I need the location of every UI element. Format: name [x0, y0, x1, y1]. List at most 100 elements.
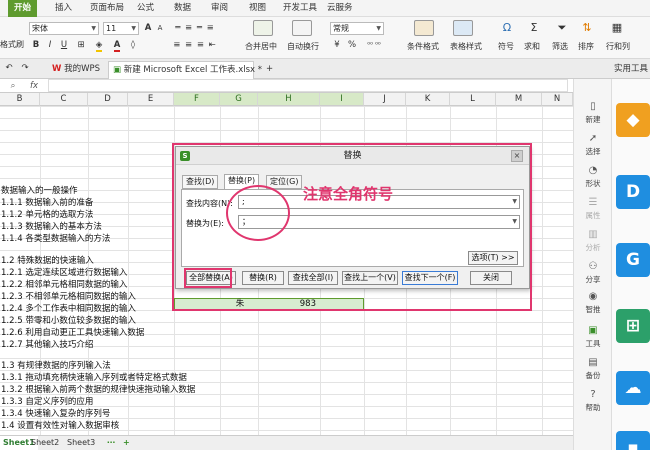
gem-app-icon[interactable]: ◆ — [616, 103, 650, 137]
cell-text[interactable]: 1.2.6 利用自动更正工具快速输入数据 — [1, 328, 144, 339]
column-header-e[interactable]: E — [128, 93, 174, 106]
add-sheet-icon[interactable]: + — [120, 436, 133, 450]
column-header-i[interactable]: I — [320, 93, 364, 106]
crop-app-icon[interactable]: ⊞ — [616, 309, 650, 343]
new-tab-button[interactable]: + — [262, 61, 273, 79]
menu-tab-formulas[interactable]: 公式 — [137, 0, 154, 17]
decimal-icons[interactable]: ⁰⁰ ⁰⁰ — [362, 39, 386, 51]
more-sheets-icon[interactable]: ⋯ — [104, 436, 118, 450]
menu-tab-cloud[interactable]: 云服务 — [327, 0, 353, 17]
d-app-icon[interactable]: D — [616, 175, 650, 209]
symbol-button[interactable]: 符号 — [498, 41, 514, 52]
menu-tab-page-layout[interactable]: 页面布局 — [90, 0, 124, 17]
tab-utilities[interactable]: 实用工具 — [610, 61, 648, 79]
cell-text[interactable]: 1.2 特殊数据的快速输入 — [1, 256, 94, 267]
cell-text[interactable]: 1.3 有规律数据的序列输入法 — [1, 361, 111, 372]
menu-tab-review[interactable]: 审阅 — [211, 0, 228, 17]
cell-text[interactable]: 1.3.1 拖动填充柄快速输入序列或者特定格式数据 — [1, 373, 187, 384]
cell-text[interactable]: 1.4 设置有效性对输入数据审核 — [1, 421, 119, 432]
menu-tab-home[interactable]: 开始 — [8, 0, 38, 17]
align-horizontal-icons[interactable]: ≡ ≡ ≡ ⇤ — [160, 39, 230, 51]
font-grow-icon[interactable]: A — [143, 22, 153, 34]
chevron-down-icon: ▼ — [131, 25, 136, 32]
cell-text[interactable]: 1.2.7 其他输入技巧介绍 — [1, 340, 93, 351]
column-header-j[interactable]: J — [364, 93, 406, 106]
align-top-icons[interactable]: ═ ≡ ═ ≡ — [160, 22, 230, 34]
side-tools[interactable]: ▣ 工具 — [574, 325, 612, 349]
menu-tab-developer[interactable]: 开发工具 — [283, 0, 317, 17]
menu-tab-view[interactable]: 视图 — [249, 0, 266, 17]
cell-text[interactable]: 1.2.1 选定连续区域进行数据输入 — [1, 268, 127, 279]
cell-text[interactable]: 1.1.4 各类型数据输入的方法 — [1, 234, 110, 245]
formula-input[interactable] — [48, 79, 568, 92]
cloud-app-icon[interactable]: ☁ — [616, 371, 650, 405]
g-app-icon[interactable]: G — [616, 243, 650, 277]
sheet-tab-bar: Sheet1 Sheet2 Sheet3 ⋯ + — [0, 435, 590, 450]
wps-window: { "menubar": { "tabs": ["开始","插入","页面布局"… — [0, 0, 650, 450]
underline-icon[interactable]: U — [59, 39, 69, 51]
italic-icon[interactable]: I — [45, 39, 55, 51]
tab-document[interactable]: ▣ 新建 Microsoft Excel 工作表.xlsx * — [108, 61, 262, 79]
column-header-l[interactable]: L — [450, 93, 496, 106]
number-format-select[interactable]: 常规 ▼ — [330, 22, 384, 35]
cell-text[interactable]: 1.3.4 快速输入复杂的序列号 — [1, 409, 110, 420]
cell-text[interactable]: 1.1.3 数据输入的基本方法 — [1, 222, 102, 233]
eraser-icon[interactable]: ◊ — [128, 39, 138, 51]
fill-color-icon[interactable]: ◈ — [93, 39, 105, 52]
cond-format-button[interactable]: 条件格式 — [407, 41, 439, 52]
side-properties[interactable]: ☰ 属性 — [574, 197, 612, 221]
menu-tab-insert[interactable]: 插入 — [55, 0, 72, 17]
undo-icon[interactable]: ↶ — [4, 62, 14, 74]
font-color-icon[interactable]: A — [111, 39, 123, 52]
column-header-n[interactable]: N — [542, 93, 573, 106]
column-header-m[interactable]: M — [496, 93, 542, 106]
redo-icon[interactable]: ↷ — [20, 62, 30, 74]
column-header-b[interactable]: B — [0, 93, 40, 106]
table-style-button[interactable]: 表格样式 — [450, 41, 482, 52]
side-select[interactable]: ➚ 选择 — [574, 133, 612, 157]
more-app-icon[interactable]: ▪ — [616, 431, 650, 450]
side-backup[interactable]: ▤ 备份 — [574, 357, 612, 381]
column-header-h[interactable]: H — [258, 93, 320, 106]
font-name-select[interactable]: 宋体 ▼ — [29, 22, 99, 35]
cell-text[interactable]: 1.2.4 多个工作表中相同数据的输入 — [1, 304, 136, 315]
bold-icon[interactable]: B — [31, 39, 41, 51]
column-header-d[interactable]: D — [88, 93, 128, 106]
cell-text[interactable]: 1.1.2 单元格的选取方法 — [1, 210, 93, 221]
tab-document-label: 新建 Microsoft Excel 工作表.xlsx * — [123, 65, 263, 75]
wrap-text-button[interactable]: 自动换行 — [287, 41, 319, 52]
fx-button[interactable]: fx — [28, 80, 40, 92]
cell-text[interactable]: 1.2.2 相邻单元格相同数据的输入 — [1, 280, 127, 291]
merge-center-button[interactable]: 合并居中 — [245, 41, 277, 52]
cell-text[interactable]: 数据输入的一般操作 — [1, 186, 78, 197]
tab-my-wps[interactable]: W 我的WPS — [48, 61, 100, 79]
column-header-c[interactable]: C — [40, 93, 88, 106]
filter-button[interactable]: 筛选 — [552, 41, 568, 52]
side-new[interactable]: ▯ 新建 — [574, 101, 612, 125]
rowcol-button[interactable]: 行和列 — [606, 41, 630, 52]
side-shape[interactable]: ◔ 形状 — [574, 165, 612, 189]
format-painter-button[interactable]: 格式刷 — [0, 39, 24, 50]
cell-text[interactable]: 1.2.5 带零和小数位较多数据的输入 — [1, 316, 136, 327]
sheet-tab-2[interactable]: Sheet2 — [28, 436, 62, 450]
side-help[interactable]: ? 帮助 — [574, 389, 612, 413]
cell-text[interactable]: 1.1.1 数据输入前的准备 — [1, 198, 93, 209]
side-recommend[interactable]: ◉ 智推 — [574, 291, 612, 315]
sheet-tab-3[interactable]: Sheet3 — [64, 436, 98, 450]
side-share[interactable]: ⚇ 分享 — [574, 261, 612, 285]
menu-tab-data[interactable]: 数据 — [174, 0, 191, 17]
cell-text[interactable]: 1.3.2 根据输入前两个数据的规律快速拖动输入数据 — [1, 385, 195, 396]
side-analysis[interactable]: ▥ 分析 — [574, 229, 612, 253]
cell-text[interactable]: 1.2.3 不相邻单元格相同数据的输入 — [1, 292, 136, 303]
column-header-k[interactable]: K — [406, 93, 450, 106]
zoom-icon[interactable]: ⌕ — [8, 80, 18, 92]
currency-button[interactable]: ¥ — [332, 39, 342, 51]
sort-button[interactable]: 排序 — [578, 41, 594, 52]
font-size-select[interactable]: 11 ▼ — [103, 22, 139, 35]
border-icon[interactable]: ⊞ — [75, 39, 87, 51]
sum-button[interactable]: 求和 — [524, 41, 540, 52]
percent-button[interactable]: % — [347, 39, 357, 51]
column-header-f[interactable]: F — [174, 93, 220, 106]
cell-text[interactable]: 1.3.3 自定义序列的应用 — [1, 397, 93, 408]
column-header-g[interactable]: G — [220, 93, 258, 106]
